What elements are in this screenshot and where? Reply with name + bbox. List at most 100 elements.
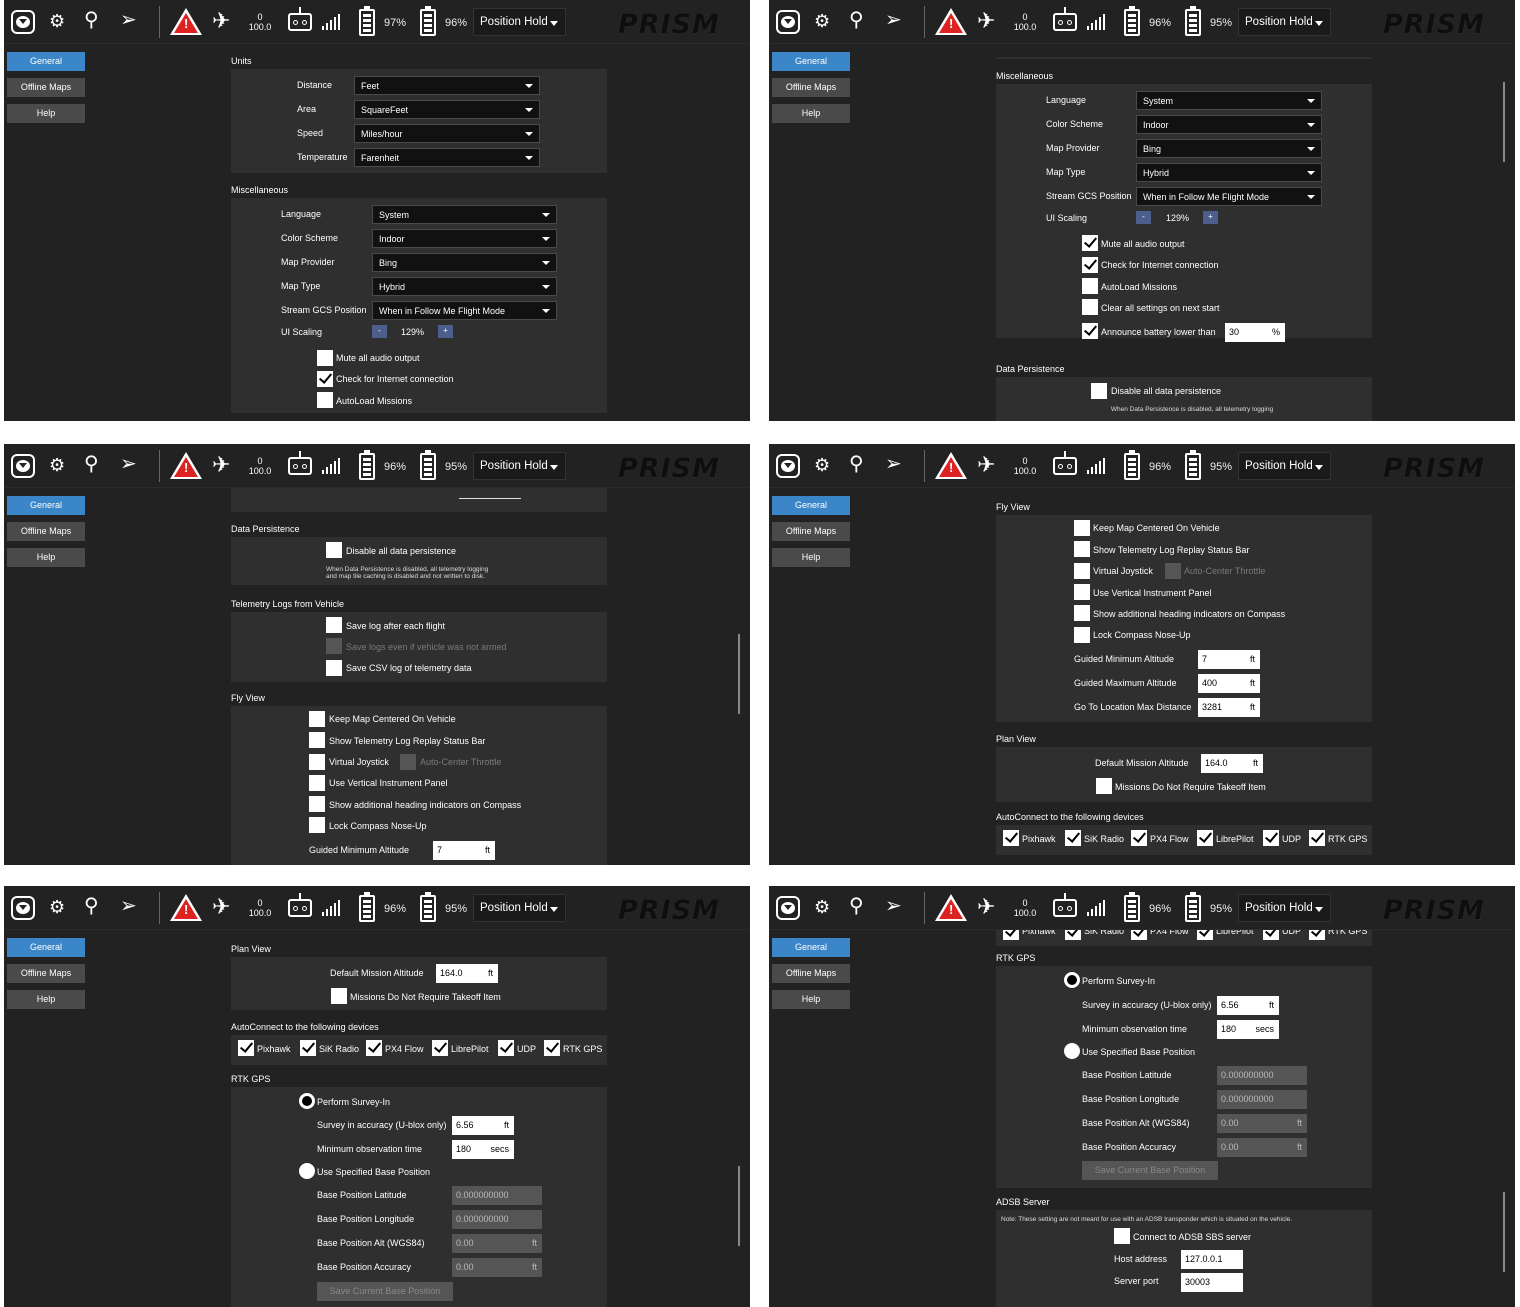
- stream-gcs-dropdown[interactable]: When in Follow Me Flight Mode: [372, 301, 557, 320]
- check-internet-checkbox[interactable]: [317, 371, 333, 387]
- fly-send-icon[interactable]: ➢: [885, 452, 902, 476]
- lock-compass-checkbox[interactable]: [309, 817, 325, 833]
- autoconnect-sik-checkbox[interactable]: [1065, 830, 1081, 846]
- flight-mode-dropdown[interactable]: Position Hold: [1238, 452, 1331, 480]
- app-menu-icon[interactable]: [776, 10, 800, 34]
- autoconnect-px4flow-checkbox[interactable]: [1131, 930, 1147, 940]
- map-type-dropdown[interactable]: Hybrid: [372, 277, 557, 296]
- flight-mode-dropdown[interactable]: Position Hold: [473, 8, 566, 36]
- ui-scaling-increase-button[interactable]: +: [1203, 211, 1218, 224]
- save-unarmed-checkbox[interactable]: [326, 638, 342, 654]
- announce-battery-checkbox[interactable]: [1082, 323, 1098, 339]
- autoconnect-librepilot-checkbox[interactable]: [1197, 830, 1213, 846]
- warning-icon[interactable]: !: [170, 894, 202, 921]
- base-acc-input[interactable]: 0.00 ft: [1217, 1138, 1307, 1157]
- warning-icon[interactable]: !: [935, 452, 967, 479]
- gps-satellite-icon[interactable]: ✈: [977, 8, 995, 34]
- distance-dropdown[interactable]: Feet: [354, 76, 540, 95]
- battery-2-icon[interactable]: [420, 450, 436, 480]
- autoconnect-sik-checkbox[interactable]: [1065, 930, 1081, 940]
- autoconnect-udp-checkbox[interactable]: [1263, 830, 1279, 846]
- app-menu-icon[interactable]: [11, 896, 35, 920]
- scrollbar[interactable]: [1503, 82, 1505, 162]
- clear-settings-checkbox[interactable]: [1082, 299, 1098, 315]
- gps-satellite-icon[interactable]: ✈: [212, 452, 230, 478]
- autoconnect-librepilot-checkbox[interactable]: [1197, 930, 1213, 940]
- ui-scaling-increase-button[interactable]: +: [438, 325, 453, 338]
- base-alt-input[interactable]: 0.00 ft: [452, 1234, 542, 1253]
- base-lat-input[interactable]: 0.000000000: [452, 1186, 542, 1205]
- max-alt-input[interactable]: 400 ft: [1198, 674, 1260, 693]
- scrollbar[interactable]: [738, 1166, 740, 1246]
- autoconnect-sik-checkbox[interactable]: [300, 1040, 316, 1056]
- default-alt-input[interactable]: 164.0 ft: [436, 964, 498, 983]
- map-type-dropdown[interactable]: Hybrid: [1136, 163, 1322, 182]
- base-lat-input[interactable]: 0.000000000: [1217, 1066, 1307, 1085]
- settings-gears-icon[interactable]: ⚙: [49, 10, 65, 32]
- lock-compass-checkbox[interactable]: [1074, 627, 1090, 643]
- app-menu-icon[interactable]: [776, 896, 800, 920]
- autoconnect-rtk-checkbox[interactable]: [1309, 830, 1325, 846]
- auto-center-checkbox[interactable]: [400, 754, 416, 770]
- ui-scaling-decrease-button[interactable]: -: [372, 325, 387, 338]
- virtual-joystick-checkbox[interactable]: [309, 754, 325, 770]
- stream-gcs-dropdown[interactable]: When in Follow Me Flight Mode: [1136, 187, 1322, 206]
- base-lon-input[interactable]: 0.000000000: [1217, 1090, 1307, 1109]
- autoconnect-pixhawk-checkbox[interactable]: [1003, 930, 1019, 940]
- keep-centered-checkbox[interactable]: [309, 711, 325, 727]
- gps-satellite-icon[interactable]: ✈: [977, 452, 995, 478]
- warning-icon[interactable]: !: [935, 894, 967, 921]
- check-internet-checkbox[interactable]: [1082, 257, 1098, 273]
- area-dropdown[interactable]: SquareFeet: [354, 100, 540, 119]
- accuracy-input[interactable]: 6.56 ft: [1217, 996, 1279, 1015]
- battery-2-icon[interactable]: [1185, 450, 1201, 480]
- autoconnect-px4flow-checkbox[interactable]: [366, 1040, 382, 1056]
- battery-1-icon[interactable]: [1124, 450, 1140, 480]
- gps-satellite-icon[interactable]: ✈: [977, 894, 995, 920]
- plan-route-icon[interactable]: ⚲: [84, 894, 99, 918]
- color-scheme-dropdown[interactable]: Indoor: [1136, 115, 1322, 134]
- keep-centered-checkbox[interactable]: [1074, 520, 1090, 536]
- rc-transmitter-icon[interactable]: [288, 7, 312, 31]
- map-provider-dropdown[interactable]: Bing: [1136, 139, 1322, 158]
- disable-persistence-checkbox[interactable]: [326, 542, 342, 558]
- replay-bar-checkbox[interactable]: [309, 732, 325, 748]
- plan-route-icon[interactable]: ⚲: [849, 452, 864, 476]
- settings-gears-icon[interactable]: ⚙: [49, 454, 65, 476]
- min-obs-input[interactable]: 180 secs: [452, 1140, 514, 1159]
- autoconnect-udp-checkbox[interactable]: [498, 1040, 514, 1056]
- warning-icon[interactable]: !: [170, 8, 202, 35]
- battery-1-icon[interactable]: [1124, 6, 1140, 36]
- plan-route-icon[interactable]: ⚲: [84, 452, 99, 476]
- battery-1-icon[interactable]: [359, 6, 375, 36]
- autoconnect-librepilot-checkbox[interactable]: [432, 1040, 448, 1056]
- language-dropdown[interactable]: System: [1136, 91, 1322, 110]
- speed-dropdown[interactable]: Miles/hour: [354, 124, 540, 143]
- rc-transmitter-icon[interactable]: [1053, 7, 1077, 31]
- announce-battery-input[interactable]: 30%: [1225, 323, 1285, 342]
- save-log-checkbox[interactable]: [326, 617, 342, 633]
- battery-1-icon[interactable]: [359, 450, 375, 480]
- rc-transmitter-icon[interactable]: [288, 451, 312, 475]
- flight-mode-dropdown[interactable]: Position Hold: [1238, 8, 1331, 36]
- replay-bar-checkbox[interactable]: [1074, 541, 1090, 557]
- autoconnect-pixhawk-checkbox[interactable]: [238, 1040, 254, 1056]
- battery-2-icon[interactable]: [1185, 892, 1201, 922]
- autoconnect-rtk-checkbox[interactable]: [1309, 930, 1325, 940]
- disable-persistence-checkbox[interactable]: [1091, 383, 1107, 399]
- settings-gears-icon[interactable]: ⚙: [814, 10, 830, 32]
- adsb-connect-checkbox[interactable]: [1114, 1228, 1130, 1244]
- app-menu-icon[interactable]: [11, 10, 35, 34]
- language-dropdown[interactable]: System: [372, 205, 557, 224]
- min-alt-input[interactable]: 7 ft: [433, 841, 495, 860]
- no-takeoff-checkbox[interactable]: [1096, 778, 1112, 794]
- specified-base-radio[interactable]: [299, 1163, 315, 1179]
- min-alt-input[interactable]: 7 ft: [1198, 650, 1260, 669]
- plan-route-icon[interactable]: ⚲: [84, 8, 99, 32]
- rc-transmitter-icon[interactable]: [1053, 451, 1077, 475]
- save-base-position-button[interactable]: Save Current Base Position: [1082, 1161, 1218, 1180]
- heading-indicators-checkbox[interactable]: [1074, 605, 1090, 621]
- autoconnect-udp-checkbox[interactable]: [1263, 930, 1279, 940]
- map-provider-dropdown[interactable]: Bing: [372, 253, 557, 272]
- warning-icon[interactable]: !: [935, 8, 967, 35]
